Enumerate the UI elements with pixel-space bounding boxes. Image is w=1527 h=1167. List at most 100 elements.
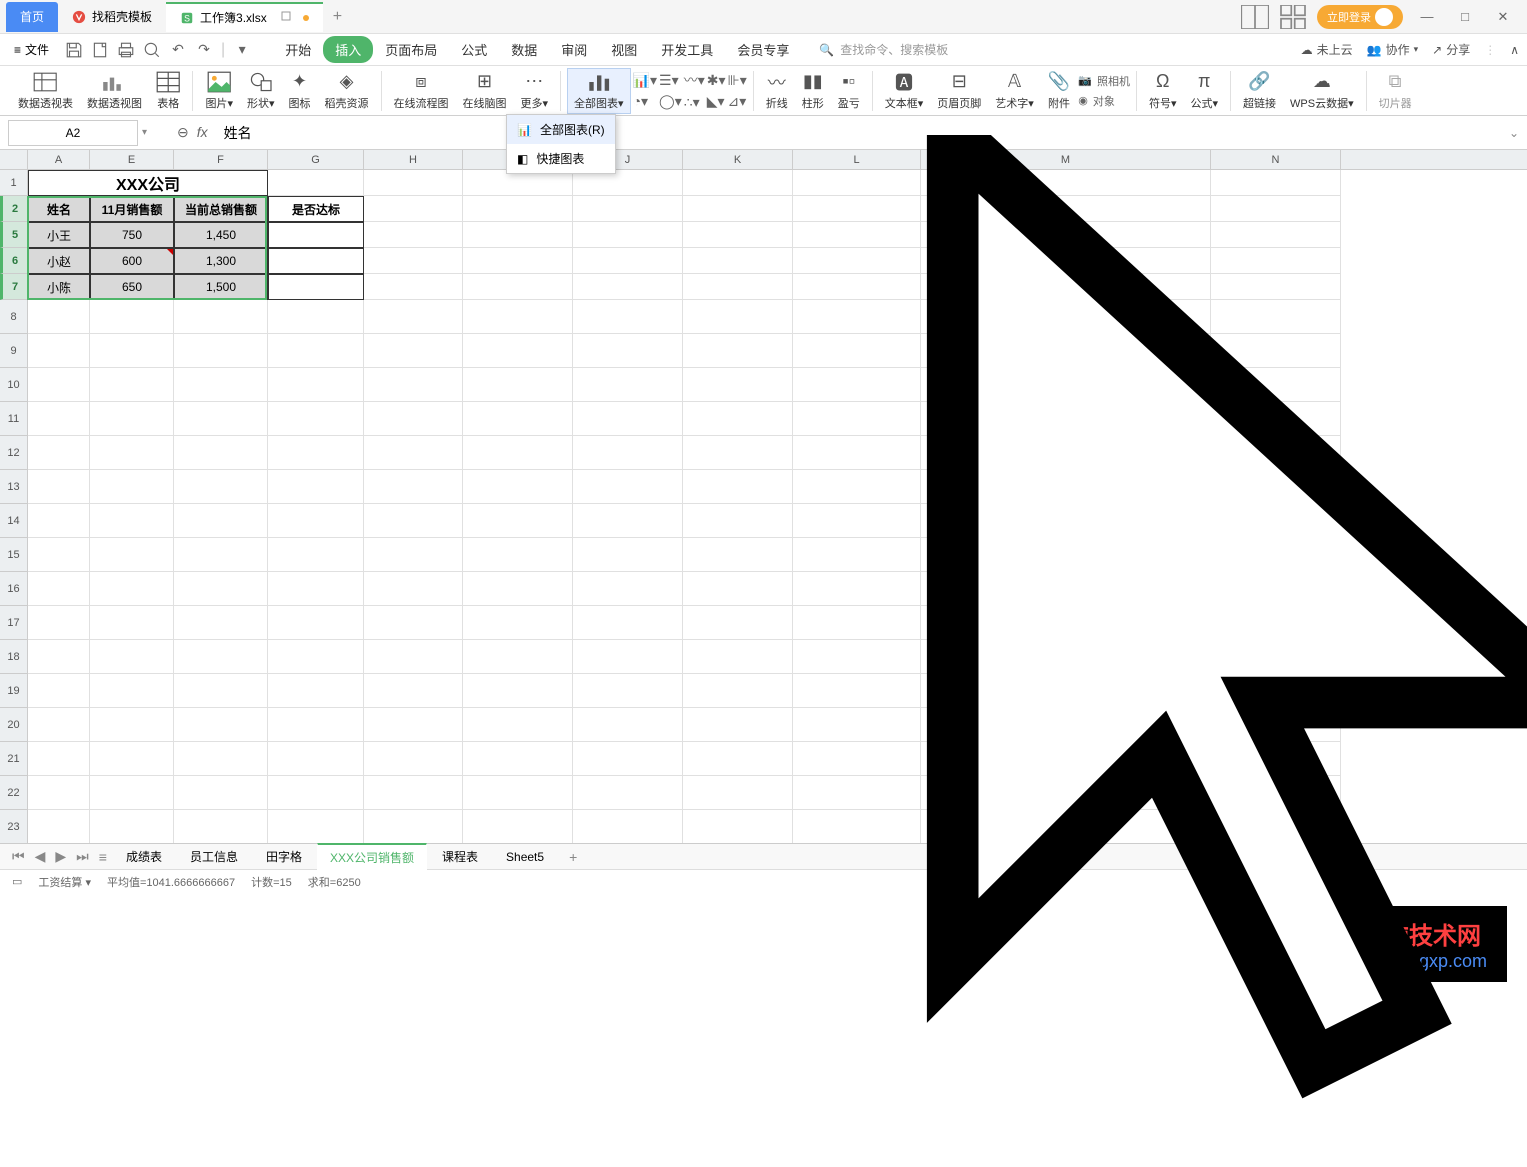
data-cell[interactable]: [268, 248, 364, 274]
cell[interactable]: [921, 222, 1211, 248]
cell[interactable]: [364, 504, 463, 538]
header-cell[interactable]: 姓名: [28, 196, 90, 222]
cell[interactable]: [90, 470, 174, 504]
cell[interactable]: [463, 300, 573, 334]
row-header[interactable]: 20: [0, 708, 28, 742]
column-header[interactable]: L: [793, 150, 921, 169]
ribbon-flowchart[interactable]: ⧈在线流程图: [388, 71, 455, 111]
row-header[interactable]: 18: [0, 640, 28, 674]
cell[interactable]: [268, 606, 364, 640]
cell[interactable]: [683, 674, 793, 708]
cell[interactable]: [364, 334, 463, 368]
data-cell[interactable]: 小陈: [28, 274, 90, 300]
cell[interactable]: [921, 436, 1211, 470]
cell[interactable]: [921, 674, 1211, 708]
data-cell[interactable]: 小赵: [28, 248, 90, 274]
cell[interactable]: [90, 538, 174, 572]
sheet-tab[interactable]: 成绩表: [113, 843, 175, 870]
sheet-tab[interactable]: 课程表: [429, 843, 491, 870]
cell[interactable]: [90, 742, 174, 776]
cell[interactable]: [28, 334, 90, 368]
cell[interactable]: [268, 436, 364, 470]
select-all-corner[interactable]: [0, 150, 28, 170]
cell[interactable]: [268, 170, 364, 196]
cell[interactable]: [90, 810, 174, 843]
cell[interactable]: [683, 776, 793, 810]
cell[interactable]: [573, 538, 683, 572]
preview-icon[interactable]: [143, 41, 161, 59]
cell-grid[interactable]: XXX公司姓名11月销售额当前总销售额是否达标小王7501,450小赵6001,…: [28, 170, 1527, 843]
row-header[interactable]: 16: [0, 572, 28, 606]
cell[interactable]: [793, 334, 921, 368]
cell[interactable]: [90, 334, 174, 368]
command-search[interactable]: 🔍 查找命令、搜索模板: [819, 41, 948, 58]
tab-workbook[interactable]: S 工作簿3.xlsx: [166, 2, 323, 32]
cell[interactable]: [463, 674, 573, 708]
cell[interactable]: [268, 334, 364, 368]
row-header[interactable]: 1: [0, 170, 28, 196]
cell[interactable]: [793, 810, 921, 843]
row-header[interactable]: 22: [0, 776, 28, 810]
cell[interactable]: [573, 504, 683, 538]
tab-close-icon[interactable]: [281, 11, 291, 24]
cell[interactable]: [364, 674, 463, 708]
cell[interactable]: [1211, 402, 1341, 436]
cell[interactable]: [463, 248, 573, 274]
cell[interactable]: [463, 402, 573, 436]
data-cell[interactable]: [268, 222, 364, 248]
cell[interactable]: [573, 368, 683, 402]
row-header[interactable]: 5: [0, 222, 28, 248]
new-icon[interactable]: [91, 41, 109, 59]
object-icon[interactable]: ◉对象: [1078, 93, 1130, 109]
cell[interactable]: [921, 776, 1211, 810]
cell[interactable]: [921, 810, 1211, 843]
sheet-nav-last[interactable]: ⏭: [72, 848, 93, 865]
cell[interactable]: [463, 572, 573, 606]
column-header[interactable]: N: [1211, 150, 1341, 169]
cell[interactable]: [28, 674, 90, 708]
cell[interactable]: [573, 402, 683, 436]
cell[interactable]: [268, 470, 364, 504]
share-button[interactable]: ↗分享: [1432, 41, 1470, 58]
ribbon-chart-types-2[interactable]: ☰▾◯▾: [659, 72, 682, 110]
cell[interactable]: [683, 196, 793, 222]
layout-icon[interactable]: [1241, 5, 1269, 29]
cell[interactable]: [573, 742, 683, 776]
cell[interactable]: [683, 402, 793, 436]
ribbon-symbol[interactable]: Ω符号▾: [1143, 71, 1183, 111]
cell[interactable]: [573, 708, 683, 742]
ribbon-textbox[interactable]: 🅰文本框▾: [879, 71, 930, 111]
ribbon-all-charts[interactable]: 全部图表▾: [567, 68, 631, 114]
cell[interactable]: [683, 222, 793, 248]
cell[interactable]: [463, 708, 573, 742]
data-cell[interactable]: 1,500: [174, 274, 268, 300]
ribbon-chart-types-1[interactable]: 📊▾◔▾: [633, 72, 657, 110]
fx-icon[interactable]: fx: [197, 124, 208, 141]
cell[interactable]: [921, 368, 1211, 402]
title-cell[interactable]: XXX公司: [28, 170, 268, 196]
ribbon-sparkline-winloss[interactable]: ▪▫盈亏: [832, 71, 866, 111]
ribbon-attachment[interactable]: 📎附件: [1042, 71, 1076, 111]
cell[interactable]: [683, 606, 793, 640]
column-header[interactable]: F: [174, 150, 268, 169]
cell[interactable]: [28, 436, 90, 470]
cell[interactable]: [683, 572, 793, 606]
cell[interactable]: [1211, 300, 1341, 334]
cell[interactable]: [1211, 274, 1341, 300]
row-header[interactable]: 23: [0, 810, 28, 843]
cell[interactable]: [174, 300, 268, 334]
row-header[interactable]: 7: [0, 274, 28, 300]
cell[interactable]: [364, 170, 463, 196]
cell[interactable]: [463, 470, 573, 504]
column-header[interactable]: M: [921, 150, 1211, 169]
row-header[interactable]: 11: [0, 402, 28, 436]
row-header[interactable]: 10: [0, 368, 28, 402]
cell[interactable]: [921, 470, 1211, 504]
cell[interactable]: [683, 640, 793, 674]
cell[interactable]: [1211, 572, 1341, 606]
cell[interactable]: [268, 572, 364, 606]
cell[interactable]: [921, 402, 1211, 436]
cell[interactable]: [793, 470, 921, 504]
undo-icon[interactable]: ↶: [169, 41, 187, 59]
row-header[interactable]: 17: [0, 606, 28, 640]
